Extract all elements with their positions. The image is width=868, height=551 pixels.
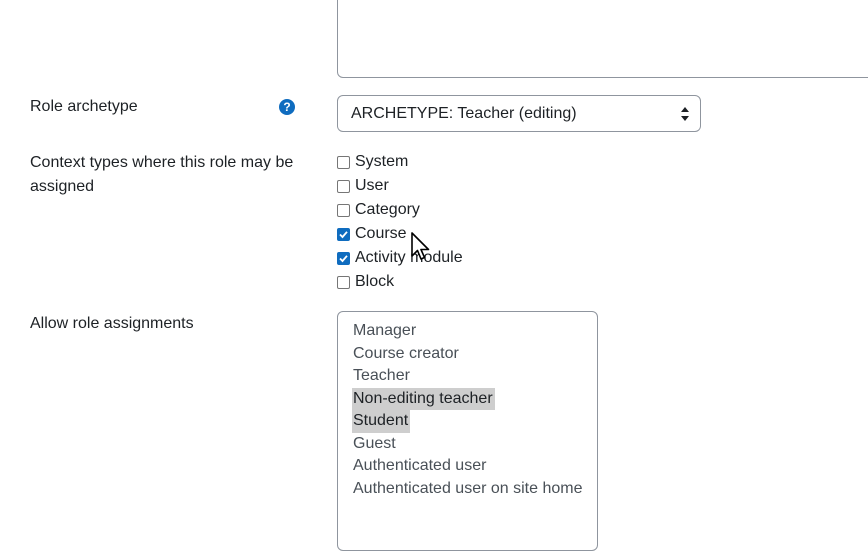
context-option-course[interactable]: Course (337, 222, 407, 246)
role-option-course-creator[interactable]: Course creator (352, 343, 461, 366)
role-archetype-label: Role archetype (30, 98, 138, 115)
role-option-teacher[interactable]: Teacher (352, 365, 412, 388)
role-option-authenticated-user-on-site-home[interactable]: Authenticated user on site home (352, 478, 584, 501)
role-option-guest[interactable]: Guest (352, 433, 398, 456)
context-option-block[interactable]: Block (337, 270, 394, 294)
context-types-label-line1: Context types where this role may be (30, 154, 294, 171)
context-option-activity-module[interactable]: Activity module (337, 246, 463, 270)
role-option-non-editing-teacher[interactable]: Non-editing teacher (352, 387, 495, 410)
select-arrows-icon (681, 107, 689, 121)
allow-role-assignments-listbox[interactable]: Manager Course creator Teacher Non-editi… (337, 311, 598, 551)
course-checkbox-label: Course (355, 225, 407, 242)
description-textarea[interactable] (337, 0, 868, 78)
allow-role-assignments-label: Allow role assignments (30, 315, 194, 332)
course-checkbox[interactable] (337, 227, 350, 241)
role-archetype-selected-value: ARCHETYPE: Teacher (editing) (351, 105, 577, 122)
category-checkbox[interactable] (337, 203, 350, 217)
role-archetype-select[interactable]: ARCHETYPE: Teacher (editing) (337, 95, 701, 132)
context-option-system[interactable]: System (337, 150, 408, 174)
mouse-cursor-icon (411, 232, 430, 260)
check-icon (339, 230, 348, 238)
system-checkbox-label: System (355, 153, 409, 170)
context-types-label-line2: assigned (30, 178, 95, 195)
check-icon (339, 254, 348, 262)
system-checkbox[interactable] (337, 155, 350, 169)
category-checkbox-label: Category (355, 201, 420, 218)
context-option-category[interactable]: Category (337, 198, 420, 222)
context-option-user[interactable]: User (337, 174, 389, 198)
role-option-authenticated-user[interactable]: Authenticated user (352, 455, 488, 478)
role-option-manager[interactable]: Manager (352, 320, 418, 343)
user-checkbox-label: User (355, 177, 389, 194)
role-option-student[interactable]: Student (352, 410, 411, 433)
activity-module-checkbox-label: Activity module (355, 249, 463, 266)
user-checkbox[interactable] (337, 179, 350, 193)
activity-module-checkbox[interactable] (337, 251, 350, 265)
block-checkbox-label: Block (355, 273, 395, 290)
context-types-label: Context types where this role may be ass… (30, 151, 310, 199)
question-circle-icon[interactable]: ? (279, 99, 295, 115)
block-checkbox[interactable] (337, 275, 350, 289)
